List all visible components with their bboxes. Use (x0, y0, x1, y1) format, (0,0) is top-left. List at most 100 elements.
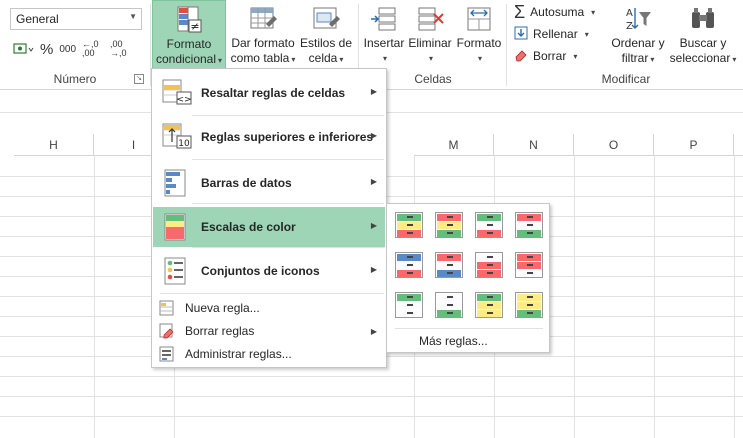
data-bars-icon (161, 168, 193, 198)
autosum-button[interactable]: Σ Autosuma ▾ (514, 2, 595, 22)
column-header-h[interactable]: H (14, 134, 94, 156)
color-scale-dash (527, 296, 533, 298)
color-scale-dash (407, 224, 413, 226)
format-as-table-line1: Dar formato (231, 36, 295, 50)
color-scale-band (437, 254, 461, 261)
color-scale-option[interactable] (435, 292, 463, 318)
menu-item-top-bottom-rules[interactable]: 10 Reglas superiores e inferiores ▶ (153, 117, 385, 157)
column-header-p[interactable]: P (654, 134, 734, 156)
color-scale-band (437, 230, 461, 237)
color-scale-option[interactable] (515, 252, 543, 278)
color-scale-option[interactable] (395, 212, 423, 238)
color-scale-option[interactable] (435, 252, 463, 278)
menu-separator (192, 203, 384, 204)
conditional-format-icon: ≠ (174, 5, 204, 35)
increase-decimals-button[interactable]: ←,0 ,00 (82, 40, 104, 58)
color-scale-band (437, 270, 461, 277)
color-scale-option[interactable] (475, 212, 503, 238)
insert-cells-icon (369, 4, 399, 34)
column-header-n[interactable]: N (494, 134, 574, 156)
color-scale-band (397, 262, 421, 269)
menu-item-data-bars[interactable]: Barras de datos ▶ (153, 163, 385, 203)
number-format-value: General (16, 12, 59, 26)
find-select-line2-wrap: seleccionar ▾ (668, 51, 738, 67)
more-rules-link[interactable]: Más reglas... (419, 334, 488, 348)
color-scale-dash (407, 256, 413, 258)
conditional-format-button[interactable]: ≠ Formato condicional ▾ (152, 0, 226, 70)
manage-rules-icon (159, 346, 175, 362)
color-scale-band (397, 302, 421, 309)
fill-button[interactable]: Rellenar ▾ (514, 24, 589, 44)
group-label-number: Número (53, 72, 97, 86)
caret-down-icon: ▾ (382, 54, 387, 63)
color-scale-dash (487, 256, 493, 258)
color-scales-icon (161, 212, 193, 242)
new-rule-icon (159, 300, 175, 316)
color-scale-band (477, 230, 501, 237)
sort-filter-button[interactable]: A Z Ordenar y filtrar ▾ (606, 0, 670, 70)
color-scale-band (397, 254, 421, 261)
delete-button[interactable]: Eliminar ▾ (406, 0, 454, 70)
column-header-m[interactable]: M (414, 134, 494, 156)
color-scale-band (477, 302, 501, 309)
currency-icon[interactable] (12, 41, 34, 57)
color-scale-option[interactable] (395, 292, 423, 318)
percent-button[interactable]: % (40, 41, 53, 58)
color-scale-dash (447, 256, 453, 258)
color-scale-band (437, 302, 461, 309)
chevron-right-icon: ▶ (370, 221, 377, 230)
find-select-button[interactable]: Buscar y seleccionar ▾ (668, 0, 738, 70)
color-scales-submenu: Más reglas... (386, 203, 550, 353)
top-bottom-rules-icon: 10 (161, 122, 193, 152)
menu-item-icon-sets[interactable]: Conjuntos de iconos ▶ (153, 251, 385, 291)
color-scale-dash (447, 296, 453, 298)
color-scale-dash (407, 296, 413, 298)
insert-button[interactable]: Insertar ▾ (362, 0, 406, 70)
color-scale-band (397, 310, 421, 317)
color-scale-option[interactable] (475, 252, 503, 278)
thousands-button[interactable]: 000 (59, 44, 76, 55)
menu-item-label: Barras de datos (201, 176, 292, 190)
color-scale-option[interactable] (515, 212, 543, 238)
decrease-decimals-button[interactable]: ,00 →,0 (110, 40, 132, 58)
format-as-table-line2: como tabla (230, 51, 290, 65)
caret-down-icon: ▾ (218, 56, 223, 65)
grid-line (0, 396, 743, 397)
color-scale-dash (447, 312, 453, 314)
cell-styles-button[interactable]: Estilos de celda ▾ (298, 0, 354, 70)
format-as-table-line2-wrap: como tabla ▾ (228, 51, 298, 67)
column-header-q[interactable] (734, 134, 743, 156)
color-scale-dash (407, 216, 413, 218)
color-scale-band (437, 294, 461, 301)
color-scale-band (397, 294, 421, 301)
menu-item-color-scales[interactable]: Escalas de color ▶ (153, 207, 385, 247)
menu-item-clear-rules[interactable]: Borrar reglas ▶ (153, 320, 385, 342)
color-scale-dash (447, 304, 453, 306)
icon-sets-icon (161, 256, 193, 286)
format-button[interactable]: Formato ▾ (455, 0, 503, 70)
format-as-table-button[interactable]: Dar formato como tabla ▾ (228, 0, 298, 70)
group-label-modify: Modificar (601, 72, 651, 86)
color-scale-option[interactable] (475, 292, 503, 318)
sort-filter-line1: Ordenar y (611, 36, 665, 50)
menu-item-manage-rules[interactable]: Administrar reglas... (153, 343, 385, 365)
format-cells-icon (464, 4, 494, 34)
sigma-icon: Σ (514, 1, 526, 22)
color-scale-dash (527, 224, 533, 226)
number-format-select[interactable]: General ▼ (10, 8, 142, 30)
find-select-line1: Buscar y (679, 36, 727, 50)
insert-label: Insertar (363, 36, 405, 50)
color-scale-option[interactable] (395, 252, 423, 278)
dialog-launcher-icon[interactable]: ↘ (134, 74, 144, 84)
color-scale-option[interactable] (435, 212, 463, 238)
menu-item-highlight-cell-rules[interactable]: <> Resaltar reglas de celdas ▶ (153, 73, 385, 113)
clear-button[interactable]: Borrar ▾ (514, 46, 577, 66)
format-as-table-icon (248, 4, 278, 34)
color-scale-dash (527, 232, 533, 234)
color-scale-band (397, 230, 421, 237)
column-header-o[interactable]: O (574, 134, 654, 156)
menu-item-new-rule[interactable]: Nueva regla... (153, 297, 385, 319)
svg-text:10: 10 (178, 139, 190, 149)
chevron-right-icon: ▶ (370, 327, 377, 336)
color-scale-option[interactable] (515, 292, 543, 318)
